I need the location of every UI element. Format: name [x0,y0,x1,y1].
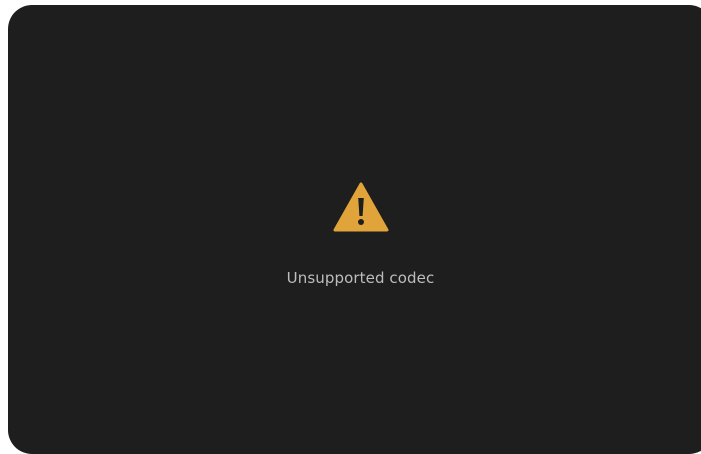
video-player: Unsupported codec [8,5,701,454]
error-overlay: Unsupported codec [8,181,701,287]
error-message: Unsupported codec [286,269,435,287]
warning-icon [333,182,388,232]
